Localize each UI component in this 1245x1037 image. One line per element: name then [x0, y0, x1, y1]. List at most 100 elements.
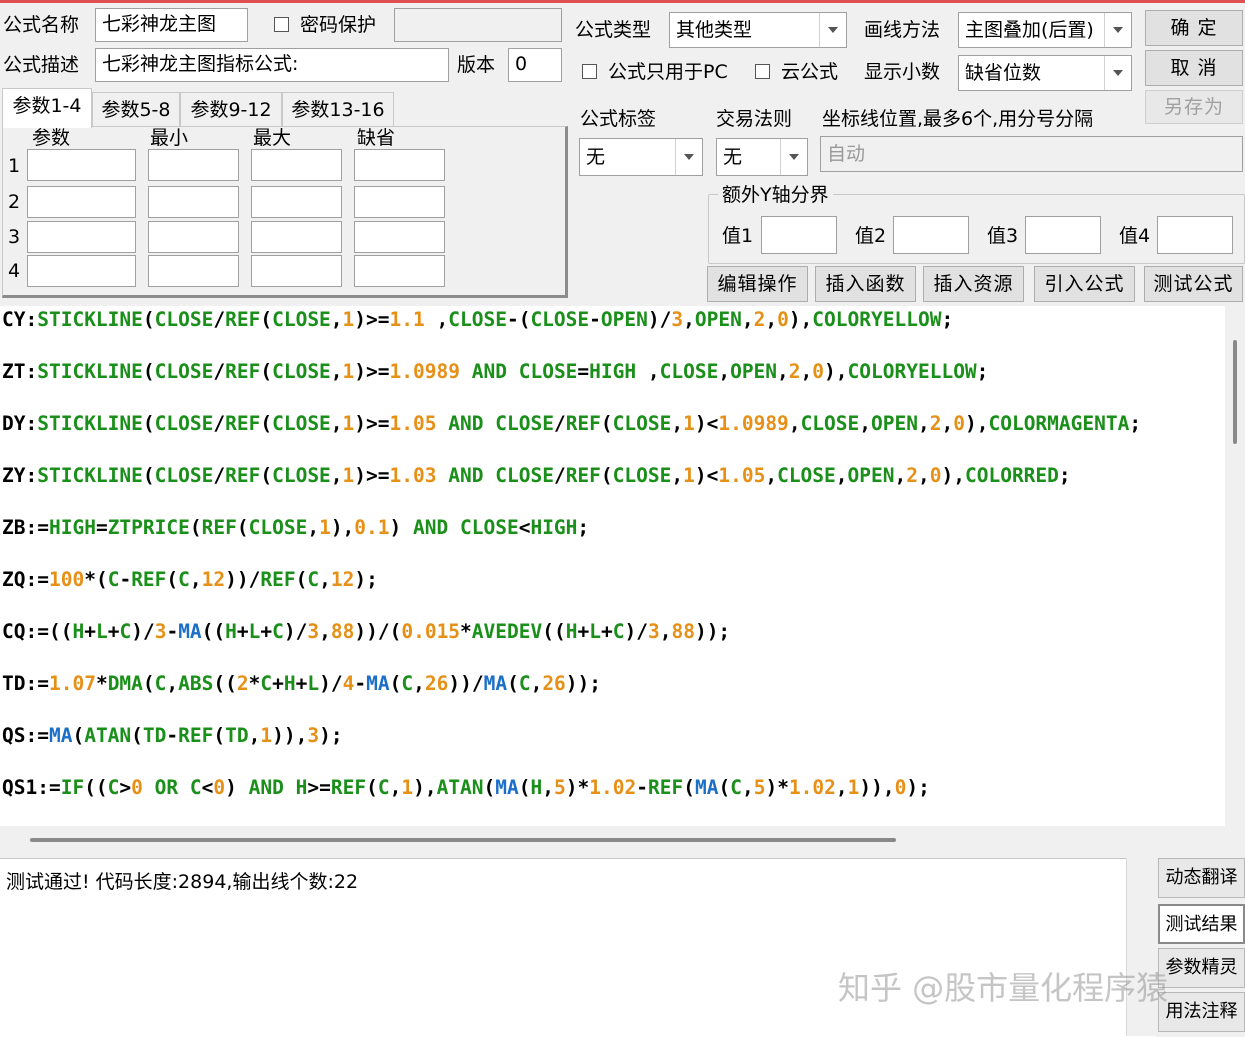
param-row-number: 3 — [8, 226, 21, 248]
scrollbar-thumb[interactable] — [30, 838, 896, 842]
param-wizard-button[interactable]: 参数精灵 — [1158, 948, 1245, 988]
formula-tag-value: 无 — [586, 146, 606, 168]
param-default-input[interactable] — [354, 221, 445, 253]
tab-params-1-4[interactable]: 参数1-4 — [2, 88, 92, 128]
param-default-input[interactable] — [354, 149, 445, 181]
formula-tag-label: 公式标签 — [580, 108, 657, 130]
param-min-input[interactable] — [148, 221, 239, 253]
formula-tag-select[interactable]: 无 — [579, 138, 703, 176]
scrollbar-thumb[interactable] — [1233, 340, 1237, 444]
watermark: 知乎 @股市量化程序猿 — [838, 969, 1169, 1007]
param-row-number: 2 — [8, 191, 21, 213]
test-result-button[interactable]: 测试结果 — [1158, 904, 1245, 944]
version-label: 版本 — [457, 54, 496, 76]
axis-position-input[interactable]: 自动 — [820, 136, 1243, 172]
draw-method-label: 画线方法 — [864, 19, 941, 41]
draw-method-value: 主图叠加(后置) — [965, 19, 1094, 41]
trade-rule-select[interactable]: 无 — [716, 138, 808, 176]
password-checkbox[interactable] — [274, 17, 289, 32]
y-value-2-label: 值2 — [855, 225, 887, 247]
param-min-input[interactable] — [148, 186, 239, 218]
dynamic-translate-button[interactable]: 动态翻译 — [1158, 858, 1245, 898]
pc-only-label: 公式只用于PC — [608, 61, 728, 83]
trade-rule-value: 无 — [723, 146, 743, 168]
formula-desc-input[interactable]: 七彩神龙主图指标公式: — [95, 48, 449, 82]
save-as-button[interactable]: 另存为 — [1145, 90, 1243, 124]
param-header-default: 缺省 — [357, 127, 396, 149]
output-panel: 测试通过! 代码长度:2894,输出线个数:22 — [0, 858, 1156, 1037]
edit-operations-button[interactable]: 编辑操作 — [707, 266, 808, 302]
horizontal-scrollbar[interactable] — [0, 826, 1245, 852]
formula-type-label: 公式类型 — [575, 19, 652, 41]
usage-notes-button[interactable]: 用法注释 — [1158, 992, 1245, 1032]
y-value-1-input[interactable] — [761, 216, 837, 254]
param-header-name: 参数 — [32, 127, 71, 149]
chevron-down-icon[interactable] — [1104, 13, 1131, 47]
output-message: 测试通过! 代码长度:2894,输出线个数:22 — [6, 871, 359, 893]
code-line: ZY:STICKLINE(CLOSE/REF(CLOSE,1)>=1.03 AN… — [2, 464, 1071, 487]
pc-only-checkbox[interactable] — [582, 64, 597, 79]
code-line: DY:STICKLINE(CLOSE/REF(CLOSE,1)>=1.05 AN… — [2, 412, 1142, 435]
param-header-max: 最大 — [253, 127, 292, 149]
y-value-1-label: 值1 — [722, 225, 754, 247]
tab-params-9-12[interactable]: 参数9-12 — [180, 92, 282, 126]
version-input[interactable]: 0 — [508, 48, 562, 82]
code-line: QS1:=IF((C>0 OR C<0) AND H>=REF(C,1),ATA… — [2, 776, 930, 799]
code-editor[interactable]: CY:STICKLINE(CLOSE/REF(CLOSE,1)>=1.1 ,CL… — [0, 306, 1225, 826]
y-value-4-label: 值4 — [1119, 225, 1151, 247]
param-min-input[interactable] — [148, 255, 239, 287]
axis-position-label: 坐标线位置,最多6个,用分号分隔 — [822, 108, 1094, 130]
param-name-input[interactable] — [27, 221, 136, 253]
param-name-input[interactable] — [27, 255, 136, 287]
cancel-button[interactable]: 取 消 — [1145, 50, 1243, 86]
code-line: CY:STICKLINE(CLOSE/REF(CLOSE,1)>=1.1 ,CL… — [2, 308, 954, 331]
draw-method-select[interactable]: 主图叠加(后置) — [958, 12, 1132, 48]
code-line: QS:=MA(ATAN(TD-REF(TD,1)),3); — [2, 724, 343, 747]
param-max-input[interactable] — [251, 221, 342, 253]
param-name-input[interactable] — [27, 149, 136, 181]
y-value-4-input[interactable] — [1157, 216, 1233, 254]
ok-button[interactable]: 确 定 — [1145, 10, 1243, 46]
y-value-3-input[interactable] — [1025, 216, 1101, 254]
tab-params-13-16[interactable]: 参数13-16 — [282, 92, 394, 126]
decimal-select[interactable]: 缺省位数 — [958, 55, 1132, 91]
test-formula-button[interactable]: 测试公式 — [1144, 266, 1243, 302]
cloud-checkbox[interactable] — [755, 64, 770, 79]
insert-function-button[interactable]: 插入函数 — [815, 266, 916, 302]
trade-rule-label: 交易法则 — [716, 108, 793, 130]
param-max-input[interactable] — [251, 149, 342, 181]
y-value-2-input[interactable] — [893, 216, 969, 254]
password-label: 密码保护 — [300, 14, 377, 36]
output-scrollbar[interactable] — [1126, 858, 1157, 1036]
code-line: CQ:=((H+L+C)/3-MA((H+L+C)/3,88))/(0.015*… — [2, 620, 731, 643]
formula-type-select[interactable]: 其他类型 — [669, 12, 847, 48]
tab-params-5-8[interactable]: 参数5-8 — [92, 92, 180, 126]
param-default-input[interactable] — [354, 186, 445, 218]
formula-type-value: 其他类型 — [676, 19, 753, 41]
code-line: ZB:=HIGH=ZTPRICE(REF(CLOSE,1),0.1) AND C… — [2, 516, 590, 539]
param-max-input[interactable] — [251, 255, 342, 287]
param-min-input[interactable] — [148, 149, 239, 181]
param-name-input[interactable] — [27, 186, 136, 218]
extra-y-axis-title: 额外Y轴分界 — [718, 183, 833, 207]
vertical-scrollbar[interactable] — [1226, 306, 1245, 826]
insert-resource-button[interactable]: 插入资源 — [923, 266, 1024, 302]
chevron-down-icon[interactable] — [675, 139, 702, 175]
decimal-value: 缺省位数 — [965, 62, 1042, 84]
import-formula-button[interactable]: 引入公式 — [1034, 266, 1135, 302]
formula-name-input[interactable]: 七彩神龙主图 — [95, 8, 248, 42]
code-line: ZT:STICKLINE(CLOSE/REF(CLOSE,1)>=1.0989 … — [2, 360, 989, 383]
param-max-input[interactable] — [251, 186, 342, 218]
formula-desc-label: 公式描述 — [3, 54, 80, 76]
code-line: ZQ:=100*(C-REF(C,12))/REF(C,12); — [2, 568, 378, 591]
code-line: TD:=1.07*DMA(C,ABS((2*C+H+L)/4-MA(C,26))… — [2, 672, 602, 695]
cloud-label: 云公式 — [781, 61, 839, 83]
chevron-down-icon[interactable] — [819, 13, 846, 47]
param-default-input[interactable] — [354, 255, 445, 287]
param-row-number: 1 — [8, 155, 21, 177]
param-header-min: 最小 — [150, 127, 189, 149]
chevron-down-icon[interactable] — [1104, 56, 1131, 90]
chevron-down-icon[interactable] — [780, 139, 807, 175]
param-row-number: 4 — [8, 260, 21, 282]
password-input[interactable] — [394, 8, 562, 42]
